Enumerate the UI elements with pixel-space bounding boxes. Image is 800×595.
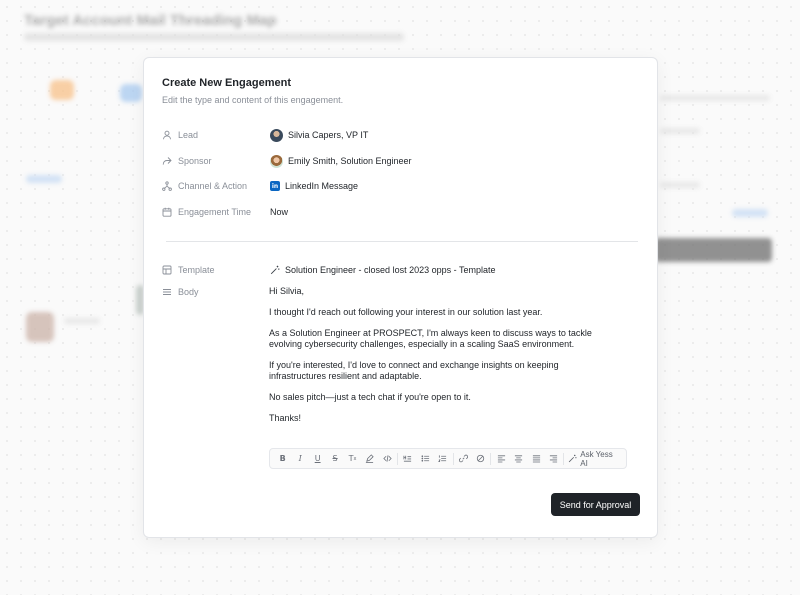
sponsor-row: Sponsor Emily Smith, Solution Engineer (162, 153, 642, 169)
text-lines-icon (163, 289, 171, 295)
time-text: Now (270, 207, 289, 217)
underline-icon[interactable]: U (309, 450, 326, 467)
create-engagement-modal: Create New Engagement Edit the type and … (143, 57, 658, 538)
body-paragraph: I thought I'd reach out following your i… (269, 307, 543, 317)
bullet-list-icon[interactable] (417, 450, 434, 467)
toolbar-divider (490, 452, 492, 465)
align-center-icon[interactable] (510, 450, 527, 467)
body-paragraph: If you're interested, I'd love to connec… (269, 360, 559, 381)
section-divider (166, 241, 638, 242)
send-for-approval-button[interactable]: Send for Approval (551, 493, 640, 516)
lead-name: Silvia Capers, VP IT (288, 130, 369, 140)
ask-ai-button[interactable]: Ask Yess AI (565, 450, 622, 468)
template-label: Template (178, 265, 215, 275)
body-paragraph: Thanks! (269, 413, 302, 423)
time-value[interactable]: Now (270, 207, 288, 217)
channel-value[interactable]: in LinkedIn Message (270, 181, 358, 191)
link-icon[interactable] (455, 450, 472, 467)
italic-icon[interactable]: I (291, 450, 308, 467)
numbered-list-icon[interactable] (434, 450, 451, 467)
toolbar-divider (452, 452, 454, 465)
formatting-toolbar: B I U S Tx Ask Yess AI (269, 448, 627, 469)
calendar-icon (162, 207, 172, 217)
sponsor-label: Sponsor (178, 156, 212, 166)
body-label: Body (178, 287, 199, 297)
ask-ai-label: Ask Yess AI (580, 449, 613, 468)
channel-branch-icon (162, 181, 172, 191)
avatar (270, 154, 283, 168)
sponsor-name: Emily Smith, Solution Engineer (288, 156, 412, 166)
body-paragraph: No sales pitch—just a tech chat if you'r… (269, 392, 471, 402)
message-body-editor[interactable]: Hi Silvia, I thought I'd reach out follo… (269, 286, 599, 434)
template-row: Template Solution Engineer - closed lost… (162, 262, 642, 278)
avatar (270, 128, 283, 142)
body-paragraph: As a Solution Engineer at PROSPECT, I'm … (269, 328, 592, 349)
toolbar-divider (397, 452, 399, 465)
channel-row: Channel & Action in LinkedIn Message (162, 178, 642, 194)
strikethrough-icon[interactable]: S (326, 450, 343, 467)
modal-subtitle: Edit the type and content of this engage… (162, 95, 344, 105)
align-justify-icon[interactable] (527, 450, 544, 467)
magic-wand-icon (569, 454, 577, 463)
unlink-icon[interactable] (472, 450, 489, 467)
template-name: Solution Engineer - closed lost 2023 opp… (285, 265, 496, 275)
sponsor-value[interactable]: Emily Smith, Solution Engineer (270, 154, 412, 168)
highlight-icon[interactable] (361, 450, 378, 467)
linkedin-icon: in (270, 181, 280, 191)
modal-title: Create New Engagement (162, 77, 291, 89)
toolbar-divider (563, 452, 565, 465)
lead-label: Lead (178, 130, 199, 140)
user-icon (163, 130, 171, 140)
time-row: Engagement Time Now (162, 204, 642, 220)
channel-label: Channel & Action (178, 181, 248, 191)
share-arrow-icon (162, 157, 172, 165)
code-icon[interactable] (379, 450, 396, 467)
heading-icon[interactable] (399, 450, 416, 467)
body-paragraph: Hi Silvia, (269, 286, 305, 296)
clear-format-icon[interactable]: Tx (344, 450, 361, 467)
template-value[interactable]: Solution Engineer - closed lost 2023 opp… (270, 265, 495, 275)
bold-icon[interactable]: B (274, 450, 291, 467)
time-label: Engagement Time (178, 207, 252, 217)
align-right-icon[interactable] (545, 450, 562, 467)
align-left-icon[interactable] (492, 450, 509, 467)
lead-row: Lead Silvia Capers, VP IT (162, 127, 642, 143)
channel-name: LinkedIn Message (285, 181, 359, 191)
magic-wand-icon (270, 265, 280, 275)
lead-value[interactable]: Silvia Capers, VP IT (270, 128, 369, 142)
template-layout-icon (162, 265, 172, 275)
